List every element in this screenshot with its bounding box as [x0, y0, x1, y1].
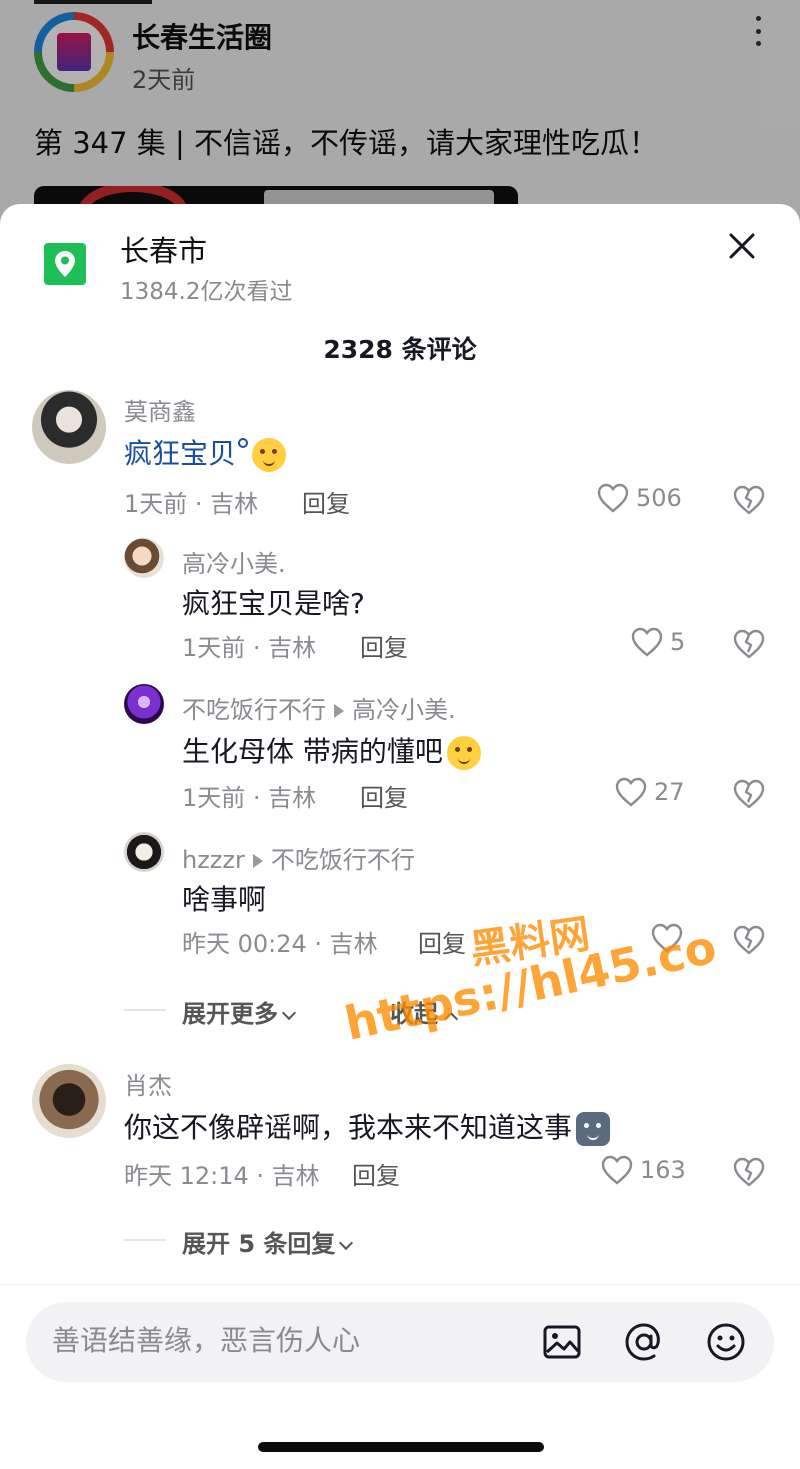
broken-heart-icon[interactable]: [732, 924, 766, 956]
input-divider: [0, 1284, 800, 1285]
search-link[interactable]: 疯狂宝贝: [124, 437, 236, 470]
avatar[interactable]: [32, 390, 106, 464]
expand-more-button[interactable]: 展开更多: [182, 994, 297, 1029]
cat-emoji-icon: [576, 1112, 611, 1146]
broken-heart-icon[interactable]: [732, 628, 766, 660]
broken-heart-icon[interactable]: [732, 1156, 766, 1188]
location-name[interactable]: 长春市: [120, 228, 207, 270]
comment-sheet: 长春市 1384.2亿次看过 2328 条评论 莫商鑫 疯狂宝贝 1天前 · 吉…: [0, 204, 800, 1469]
heart-icon: [601, 1155, 633, 1185]
emoji-icon: [446, 736, 481, 770]
avatar[interactable]: [124, 684, 164, 724]
image-icon[interactable]: [542, 1322, 582, 1362]
reply-arrow-icon: [252, 854, 263, 868]
comment-text: 疯狂宝贝: [124, 432, 287, 472]
emoji-icon: [252, 438, 287, 472]
reply-button[interactable]: 回复: [360, 628, 408, 663]
close-icon[interactable]: [724, 228, 760, 264]
reply-username[interactable]: hzzzr: [182, 846, 245, 874]
reply-arrow-icon: [334, 704, 344, 718]
expand-divider: [124, 1009, 166, 1011]
reply-username[interactable]: 不吃饭行不行: [182, 696, 326, 724]
avatar[interactable]: [124, 538, 164, 578]
home-indicator: [258, 1442, 544, 1452]
reply-username: 不吃饭行不行 高冷小美.: [182, 690, 456, 725]
heart-icon: [597, 483, 629, 513]
reply-to-username[interactable]: 高冷小美.: [352, 696, 456, 724]
reply-text: 生化母体 带病的懂吧: [182, 730, 481, 770]
comment-username[interactable]: 莫商鑫: [124, 392, 196, 427]
like-button[interactable]: 163: [600, 1154, 686, 1186]
like-count: 506: [636, 484, 682, 512]
reply-username: hzzzr 不吃饭行不行: [182, 840, 415, 875]
heart-icon: [615, 777, 647, 807]
comment-text: 你这不像辟谣啊，我本来不知道这事: [124, 1106, 611, 1146]
broken-heart-icon[interactable]: [732, 484, 766, 516]
heart-icon: [631, 627, 663, 657]
like-button[interactable]: 27: [614, 776, 685, 808]
avatar[interactable]: [32, 1064, 106, 1138]
comment-input-bar: [26, 1302, 774, 1382]
reply-username[interactable]: 高冷小美.: [182, 544, 286, 579]
at-mention-icon[interactable]: [624, 1322, 664, 1362]
expand-divider: [124, 1239, 166, 1241]
like-count: 163: [640, 1156, 686, 1184]
avatar[interactable]: [124, 832, 164, 872]
location-views: 1384.2亿次看过: [120, 279, 293, 305]
reply-meta: 1天前 · 吉林: [182, 634, 317, 662]
comment-count: 2328 条评论: [323, 335, 477, 364]
like-count: 27: [654, 778, 685, 806]
comment-meta: 1天前 · 吉林: [124, 490, 259, 518]
reply-button[interactable]: 回复: [352, 1156, 400, 1191]
expand-replies-button[interactable]: 展开 5 条回复: [182, 1224, 354, 1259]
reply-text: 啥事啊: [182, 883, 267, 916]
reply-meta: 1天前 · 吉林: [182, 784, 317, 812]
chevron-down-icon: [339, 1235, 354, 1251]
reply-to-username[interactable]: 不吃饭行不行: [271, 846, 415, 874]
search-icon: [238, 438, 249, 448]
emoji-picker-icon[interactable]: [706, 1322, 746, 1362]
reply-button[interactable]: 回复: [360, 778, 408, 813]
comment-input[interactable]: [52, 1324, 522, 1357]
reply-button[interactable]: 回复: [302, 484, 350, 519]
broken-heart-icon[interactable]: [732, 778, 766, 810]
reply-button[interactable]: 回复: [418, 924, 466, 959]
comment-meta: 昨天 12:14 · 吉林: [124, 1162, 320, 1190]
reply-text: 疯狂宝贝是啥?: [182, 587, 365, 620]
location-pin-icon: [44, 243, 86, 285]
comment-username[interactable]: 肖杰: [124, 1066, 172, 1101]
chevron-down-icon: [281, 1005, 297, 1021]
reply-meta: 昨天 00:24 · 吉林: [182, 930, 378, 958]
like-button[interactable]: 506: [596, 482, 682, 514]
like-button[interactable]: 5: [630, 626, 685, 658]
like-count: 5: [670, 628, 686, 656]
